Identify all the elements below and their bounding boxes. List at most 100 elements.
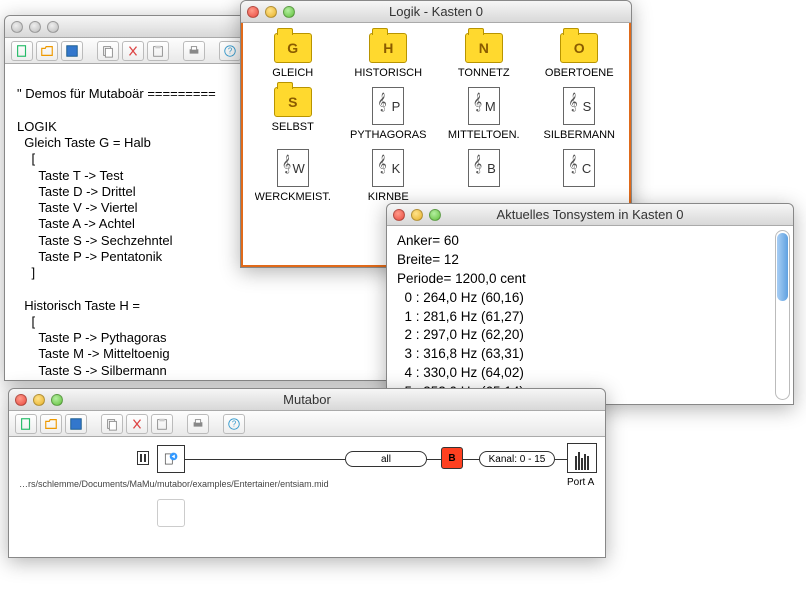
midi-out-node[interactable]	[567, 443, 597, 473]
frequency-row: 1 : 281,6 Hz (61,27)	[397, 308, 783, 327]
folder-icon: O	[560, 33, 598, 63]
logik-item[interactable]: SSELBST	[245, 83, 341, 145]
close-icon[interactable]	[247, 6, 259, 18]
code-line: Gleich Taste G = Halb	[17, 135, 151, 150]
help-button[interactable]: ?	[223, 414, 245, 434]
midi-file-node[interactable]	[157, 445, 185, 473]
wire	[185, 459, 345, 460]
document-icon: K	[372, 149, 404, 187]
logik-item[interactable]: GGLEICH	[245, 29, 341, 83]
zoom-icon[interactable]	[283, 6, 295, 18]
item-label: OBERTOENE	[545, 67, 614, 79]
print-button[interactable]	[183, 41, 205, 61]
logik-item[interactable]: C	[532, 145, 628, 207]
close-icon[interactable]	[15, 394, 27, 406]
tonsystem-titlebar[interactable]: Aktuelles Tonsystem in Kasten 0	[387, 204, 793, 226]
logik-grid: GGLEICHHHISTORISCHNTONNETZOOBERTOENESSEL…	[243, 23, 629, 213]
channel-range[interactable]: Kanal: 0 - 15	[479, 451, 555, 467]
code-line: Taste S -> Silbermann	[17, 363, 167, 378]
document-icon: C	[563, 149, 595, 187]
open-button[interactable]	[36, 41, 58, 61]
logik-item[interactable]: W WERCKMEIST.	[245, 145, 341, 207]
item-label: WERCKMEIST.	[255, 191, 331, 203]
code-line: Taste A -> Achtel	[17, 216, 135, 231]
code-line: LOGIK	[17, 119, 57, 134]
document-icon: S	[563, 87, 595, 125]
svg-text:?: ?	[228, 46, 233, 55]
open-button[interactable]	[40, 414, 62, 434]
minimize-icon[interactable]	[265, 6, 277, 18]
help-button[interactable]: ?	[219, 41, 241, 61]
code-line: Taste D -> Drittel	[17, 184, 136, 199]
code-line: ]	[17, 265, 35, 280]
zoom-icon[interactable]	[51, 394, 63, 406]
frequency-row: 3 : 316,8 Hz (63,31)	[397, 345, 783, 364]
scroll-thumb[interactable]	[777, 233, 788, 301]
port-label: Port A	[567, 477, 594, 488]
filter-all[interactable]: all	[345, 451, 427, 467]
router-title: Mutabor	[9, 392, 605, 407]
folder-icon: H	[369, 33, 407, 63]
minimize-icon[interactable]	[29, 21, 41, 33]
logik-item[interactable]: K KIRNBE	[341, 145, 437, 207]
code-line: Taste V -> Viertel	[17, 200, 138, 215]
routing-canvas[interactable]: all B Kanal: 0 - 15 Port A …rs/schlemme/…	[9, 437, 605, 557]
copy-button[interactable]	[97, 41, 119, 61]
logik-item[interactable]: O OBERTOENE	[532, 29, 628, 83]
tonsystem-body: Anker= 60 Breite= 12 Periode= 1200,0 cen…	[387, 226, 793, 404]
print-button[interactable]	[187, 414, 209, 434]
anker-line: Anker= 60	[397, 232, 783, 251]
logik-item[interactable]: B	[436, 145, 532, 207]
item-label: PYTHAGORAS	[350, 129, 426, 141]
frequency-row: 4 : 330,0 Hz (64,02)	[397, 364, 783, 383]
frequency-row: 0 : 264,0 Hz (60,16)	[397, 289, 783, 308]
folder-icon: N	[465, 33, 503, 63]
document-icon: W	[277, 149, 309, 187]
logik-item[interactable]: PPYTHAGORAS	[341, 83, 437, 145]
pause-button[interactable]	[137, 451, 149, 465]
document-icon: B	[468, 149, 500, 187]
svg-text:?: ?	[232, 419, 237, 428]
code-line: Taste W -> Werckmeister	[17, 379, 184, 380]
paste-button[interactable]	[147, 41, 169, 61]
zoom-icon[interactable]	[47, 21, 59, 33]
empty-node[interactable]	[157, 499, 185, 527]
item-label: TONNETZ	[458, 67, 510, 79]
code-line: [	[17, 314, 35, 329]
close-icon[interactable]	[11, 21, 23, 33]
logik-item[interactable]: MMITTELTOEN.	[436, 83, 532, 145]
item-label: GLEICH	[272, 67, 313, 79]
save-button[interactable]	[61, 41, 83, 61]
item-label: SELBST	[272, 121, 314, 133]
item-label: HISTORISCH	[354, 67, 422, 79]
router-titlebar[interactable]: Mutabor	[9, 389, 605, 411]
breite-line: Breite= 12	[397, 251, 783, 270]
router-window: Mutabor ? all B Kanal: 0 - 15 Port A …	[8, 388, 606, 558]
copy-button[interactable]	[101, 414, 123, 434]
close-icon[interactable]	[393, 209, 405, 221]
new-button[interactable]	[15, 414, 37, 434]
zoom-icon[interactable]	[429, 209, 441, 221]
minimize-icon[interactable]	[33, 394, 45, 406]
wire	[463, 459, 479, 460]
cut-button[interactable]	[126, 414, 148, 434]
logik-titlebar[interactable]: Logik - Kasten 0	[241, 1, 631, 23]
box-b[interactable]: B	[441, 447, 463, 469]
router-toolbar: ?	[9, 411, 605, 437]
logik-item[interactable]: N TONNETZ	[436, 29, 532, 83]
scrollbar[interactable]	[775, 230, 790, 400]
logik-item[interactable]: H HISTORISCH	[341, 29, 437, 83]
new-button[interactable]	[11, 41, 33, 61]
save-button[interactable]	[65, 414, 87, 434]
paste-button[interactable]	[151, 414, 173, 434]
minimize-icon[interactable]	[411, 209, 423, 221]
wire	[427, 459, 441, 460]
code-line: [	[17, 151, 35, 166]
code-line: Taste P -> Pythagoras	[17, 330, 166, 345]
periode-line: Periode= 1200,0 cent	[397, 270, 783, 289]
transport-controls	[137, 451, 149, 465]
logik-item[interactable]: SSILBERMANN	[532, 83, 628, 145]
logik-title: Logik - Kasten 0	[241, 4, 631, 19]
item-label: KIRNBE	[368, 191, 409, 203]
cut-button[interactable]	[122, 41, 144, 61]
